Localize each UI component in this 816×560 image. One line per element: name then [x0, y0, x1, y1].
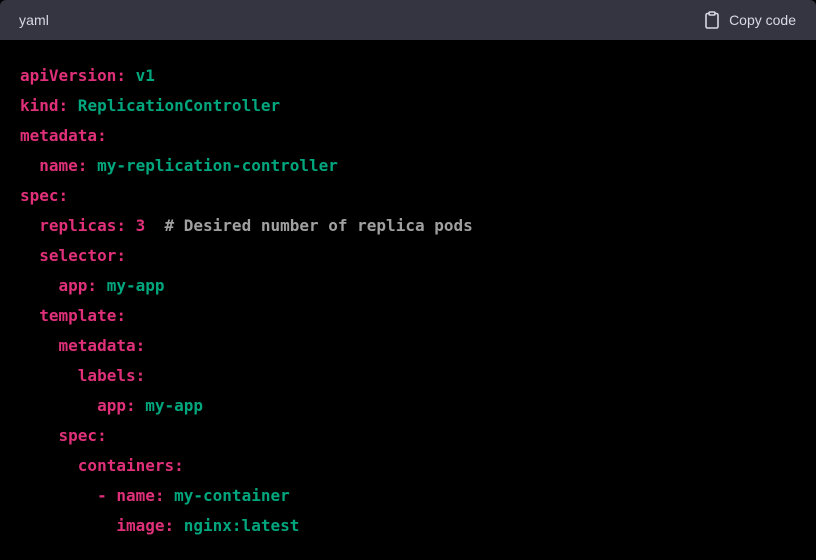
yaml-key: kind:: [20, 96, 69, 115]
yaml-key: image:: [116, 516, 175, 535]
code-line: app: my-app: [20, 391, 473, 421]
code-block-header: yaml Copy code: [0, 0, 816, 40]
code-line: replicas: 3 # Desired number of replica …: [20, 211, 473, 241]
yaml-key: app:: [58, 276, 98, 295]
yaml-key: labels:: [77, 366, 146, 385]
code-line: apiVersion: v1: [20, 61, 473, 91]
yaml-value: ReplicationController: [68, 96, 281, 115]
copy-code-label: Copy code: [729, 12, 796, 28]
yaml-key: template:: [39, 306, 126, 325]
yaml-key: name:: [39, 156, 88, 175]
code-line: selector:: [20, 241, 473, 271]
code-line: name: my-replication-controller: [20, 151, 473, 181]
yaml-comment: # Desired number of replica pods: [145, 216, 473, 235]
yaml-key: spec:: [20, 186, 69, 205]
yaml-value: v1: [125, 66, 155, 85]
list-dash: -: [97, 486, 117, 505]
yaml-value: my-replication-controller: [87, 156, 338, 175]
yaml-key: selector:: [39, 246, 126, 265]
yaml-value: my-app: [97, 276, 165, 295]
yaml-key: apiVersion:: [20, 66, 126, 85]
language-label: yaml: [19, 12, 49, 28]
code-line: template:: [20, 301, 473, 331]
code-line: app: my-app: [20, 271, 473, 301]
yaml-key: spec:: [58, 426, 107, 445]
yaml-key: replicas:: [39, 216, 126, 235]
yaml-key: containers:: [77, 456, 184, 475]
clipboard-icon: [704, 11, 720, 29]
code-line: - name: my-container: [20, 481, 473, 511]
code-line: containers:: [20, 451, 473, 481]
code-content[interactable]: apiVersion: v1 kind: ReplicationControlle…: [20, 61, 473, 541]
yaml-key: metadata:: [20, 126, 107, 145]
code-line: spec:: [20, 421, 473, 451]
yaml-value: nginx:latest: [174, 516, 300, 535]
yaml-value: my-app: [135, 396, 204, 415]
code-line: metadata:: [20, 121, 473, 151]
yaml-key: app:: [97, 396, 136, 415]
yaml-key: name:: [116, 486, 165, 505]
code-line: kind: ReplicationController: [20, 91, 473, 121]
yaml-number: 3: [125, 216, 146, 235]
code-line: image: nginx:latest: [20, 511, 473, 541]
code-line: metadata:: [20, 331, 473, 361]
copy-code-button[interactable]: Copy code: [704, 11, 796, 29]
code-line: spec:: [20, 181, 473, 211]
code-line: labels:: [20, 361, 473, 391]
yaml-key: metadata:: [58, 336, 146, 355]
yaml-value: my-container: [164, 486, 290, 505]
code-block: yaml Copy code apiVersion: v1 kind: Repli…: [0, 0, 816, 560]
